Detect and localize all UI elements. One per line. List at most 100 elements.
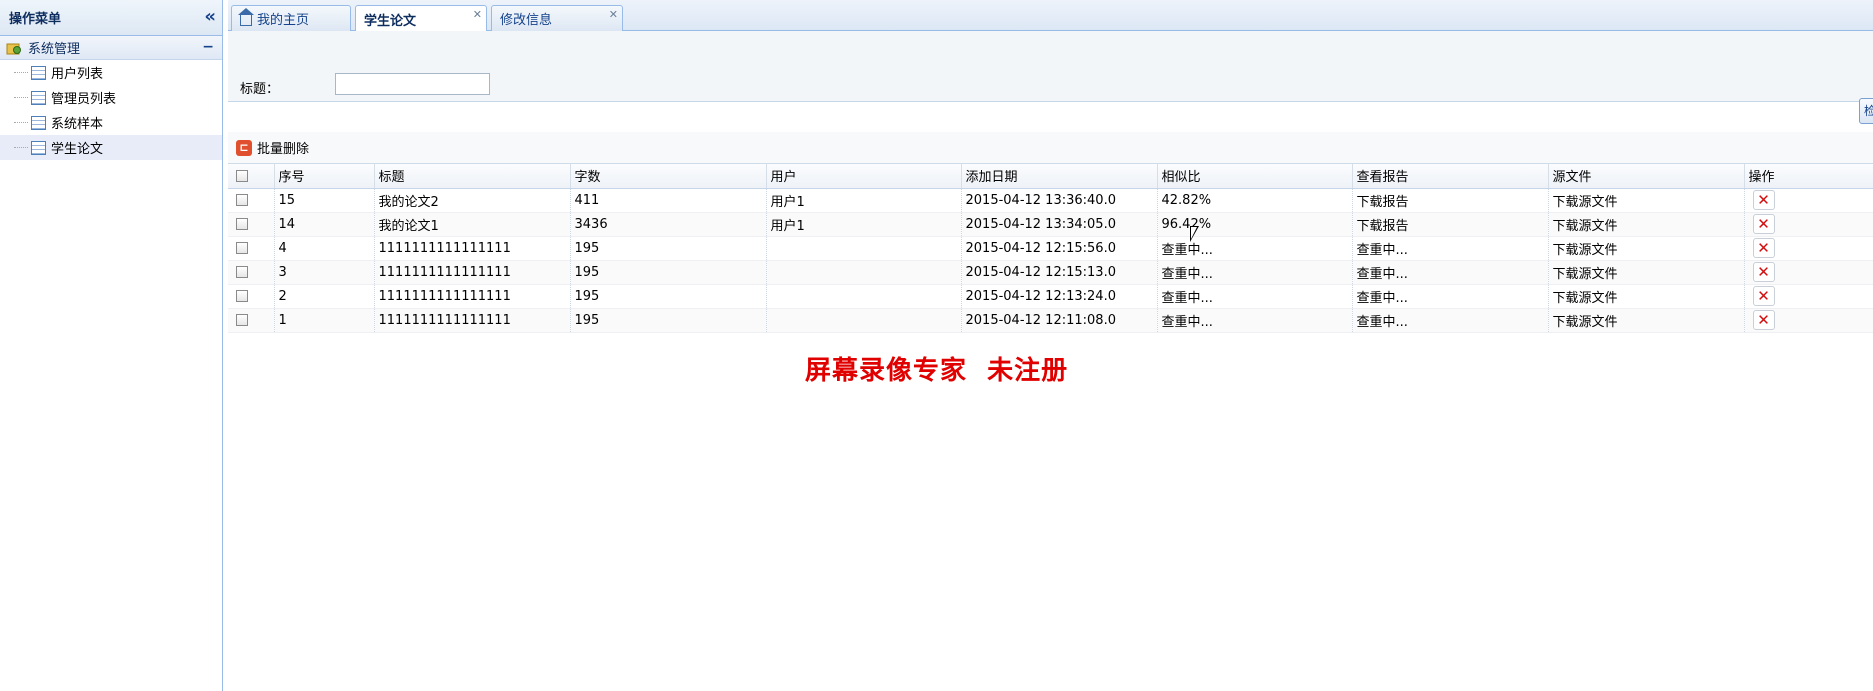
sidebar-item-label: 系统样本: [51, 117, 104, 132]
tree-connector: [14, 72, 28, 73]
row-checkbox[interactable]: [228, 188, 275, 212]
collapse-icon[interactable]: «: [204, 8, 216, 26]
sidebar: 操作菜单 « 系统管理 − 用户列表 管理员列表 系统样本 学生论文: [0, 0, 223, 691]
delete-row-button[interactable]: ✕: [1752, 262, 1775, 282]
table-row[interactable]: 15 我的论文2 411 用户1 2015-04-12 13:36:40.0 42.82%…: [228, 188, 1873, 212]
delete-row-button[interactable]: ✕: [1752, 190, 1775, 210]
tab-edit-info[interactable]: 修改信息 ✕: [491, 5, 623, 31]
row-checkbox[interactable]: [228, 308, 275, 332]
grid-toolbar: ⊏ 批量删除: [228, 132, 1873, 164]
cell-source[interactable]: 下载源文件: [1548, 260, 1745, 284]
cell-words: 195: [570, 308, 767, 332]
search-button[interactable]: 检: [1859, 98, 1873, 124]
table-body: 15 我的论文2 411 用户1 2015-04-12 13:36:40.0 42.82%…: [228, 188, 1873, 332]
collapse-group-icon[interactable]: −: [202, 39, 214, 55]
cell-report[interactable]: 下载报告: [1352, 212, 1549, 236]
column-header-title[interactable]: 标题: [374, 164, 571, 189]
cell-id: 14: [274, 212, 375, 236]
cell-report: 查重中...: [1352, 236, 1549, 260]
watermark: 屏幕录像专家 未注册: [805, 356, 1069, 386]
row-checkbox[interactable]: [228, 212, 275, 236]
sidebar-item-label: 学生论文: [51, 142, 104, 157]
sidebar-item-label: 用户列表: [51, 67, 104, 82]
cell-title: 我的论文1: [374, 212, 571, 236]
close-icon[interactable]: ✕: [609, 8, 618, 21]
cell-action: ✕: [1744, 260, 1873, 284]
cell-user: 用户1: [766, 212, 962, 236]
folder-gear-icon: [6, 41, 22, 55]
title-search-input[interactable]: [335, 73, 490, 95]
cell-id: 3: [274, 260, 375, 284]
cell-source[interactable]: 下载源文件: [1548, 188, 1745, 212]
tab-bar: 我的主页 学生论文 ✕ 修改信息 ✕: [228, 0, 1873, 32]
cell-similarity: 查重中...: [1157, 284, 1353, 308]
cell-user: [766, 236, 962, 260]
cell-date: 2015-04-12 13:36:40.0: [961, 188, 1158, 212]
row-checkbox[interactable]: [228, 236, 275, 260]
cell-source[interactable]: 下载源文件: [1548, 308, 1745, 332]
close-icon[interactable]: ✕: [473, 8, 482, 21]
cell-similarity: 查重中...: [1157, 236, 1353, 260]
column-header-date[interactable]: 添加日期: [961, 164, 1158, 189]
tree-connector: [14, 97, 28, 98]
delete-row-button[interactable]: ✕: [1752, 310, 1775, 330]
cell-source[interactable]: 下载源文件: [1548, 284, 1745, 308]
cell-action: ✕: [1744, 236, 1873, 260]
table-row[interactable]: 3 1111111111111111 195 2015-04-12 12:15:13.…: [228, 260, 1873, 284]
tree-connector: [14, 122, 28, 123]
column-header-user[interactable]: 用户: [766, 164, 962, 189]
tab-label: 修改信息: [500, 13, 553, 28]
column-header-words[interactable]: 字数: [570, 164, 767, 189]
table-row[interactable]: 1 1111111111111111 195 2015-04-12 12:11:08.…: [228, 308, 1873, 332]
tab-student-papers[interactable]: 学生论文 ✕: [355, 5, 487, 32]
delete-row-button[interactable]: ✕: [1752, 238, 1775, 258]
row-checkbox[interactable]: [228, 260, 275, 284]
cell-title: 1111111111111111: [374, 260, 571, 284]
cell-date: 2015-04-12 12:11:08.0: [961, 308, 1158, 332]
sidebar-item-user-list[interactable]: 用户列表: [0, 60, 222, 85]
cell-action: ✕: [1744, 308, 1873, 332]
search-panel: 标题： 检: [228, 31, 1873, 124]
cell-date: 2015-04-12 12:15:56.0: [961, 236, 1158, 260]
menu-group-label: 系统管理: [28, 42, 81, 57]
column-header-similarity[interactable]: 相似比: [1157, 164, 1353, 189]
column-header-report[interactable]: 查看报告: [1352, 164, 1549, 189]
mouse-cursor: [1190, 226, 1205, 242]
delete-row-button[interactable]: ✕: [1752, 214, 1775, 234]
menu-group-system[interactable]: 系统管理 −: [0, 36, 222, 60]
cell-words: 195: [570, 284, 767, 308]
home-icon: [238, 8, 254, 26]
table-row[interactable]: 2 1111111111111111 195 2015-04-12 12:13:24.…: [228, 284, 1873, 308]
cell-id: 4: [274, 236, 375, 260]
cell-source[interactable]: 下载源文件: [1548, 236, 1745, 260]
batch-delete-label: 批量删除: [257, 142, 310, 157]
cell-id: 2: [274, 284, 375, 308]
select-all-checkbox[interactable]: [228, 164, 275, 189]
cell-words: 195: [570, 260, 767, 284]
table-header-row: 序号 标题 字数 用户 添加日期 相似比 查看报告 源文件 操作: [228, 164, 1873, 189]
column-header-source[interactable]: 源文件: [1548, 164, 1745, 189]
cell-report: 查重中...: [1352, 260, 1549, 284]
cell-user: [766, 284, 962, 308]
sidebar-item-system-sample[interactable]: 系统样本: [0, 110, 222, 135]
column-header-id[interactable]: 序号: [274, 164, 375, 189]
cell-user: [766, 260, 962, 284]
cell-report[interactable]: 下载报告: [1352, 188, 1549, 212]
row-checkbox[interactable]: [228, 284, 275, 308]
papers-table: 序号 标题 字数 用户 添加日期 相似比 查看报告 源文件 操作 15 我的论文2…: [228, 164, 1873, 333]
sidebar-item-admin-list[interactable]: 管理员列表: [0, 85, 222, 110]
cell-date: 2015-04-12 12:15:13.0: [961, 260, 1158, 284]
table-row[interactable]: 14 我的论文1 3436 用户1 2015-04-12 13:34:05.0 96.42…: [228, 212, 1873, 236]
cell-source[interactable]: 下载源文件: [1548, 212, 1745, 236]
cell-id: 1: [274, 308, 375, 332]
menu-list: 用户列表 管理员列表 系统样本 学生论文: [0, 60, 222, 160]
cell-user: [766, 308, 962, 332]
sidebar-item-student-papers[interactable]: 学生论文: [0, 135, 222, 160]
table-row[interactable]: 4 1111111111111111 195 2015-04-12 12:15:56.…: [228, 236, 1873, 260]
batch-delete-button[interactable]: ⊏ 批量删除: [236, 138, 309, 157]
cell-similarity: 查重中...: [1157, 260, 1353, 284]
delete-row-button[interactable]: ✕: [1752, 286, 1775, 306]
tab-home[interactable]: 我的主页: [231, 5, 351, 31]
column-header-action: 操作: [1744, 164, 1873, 189]
cell-words: 3436: [570, 212, 767, 236]
